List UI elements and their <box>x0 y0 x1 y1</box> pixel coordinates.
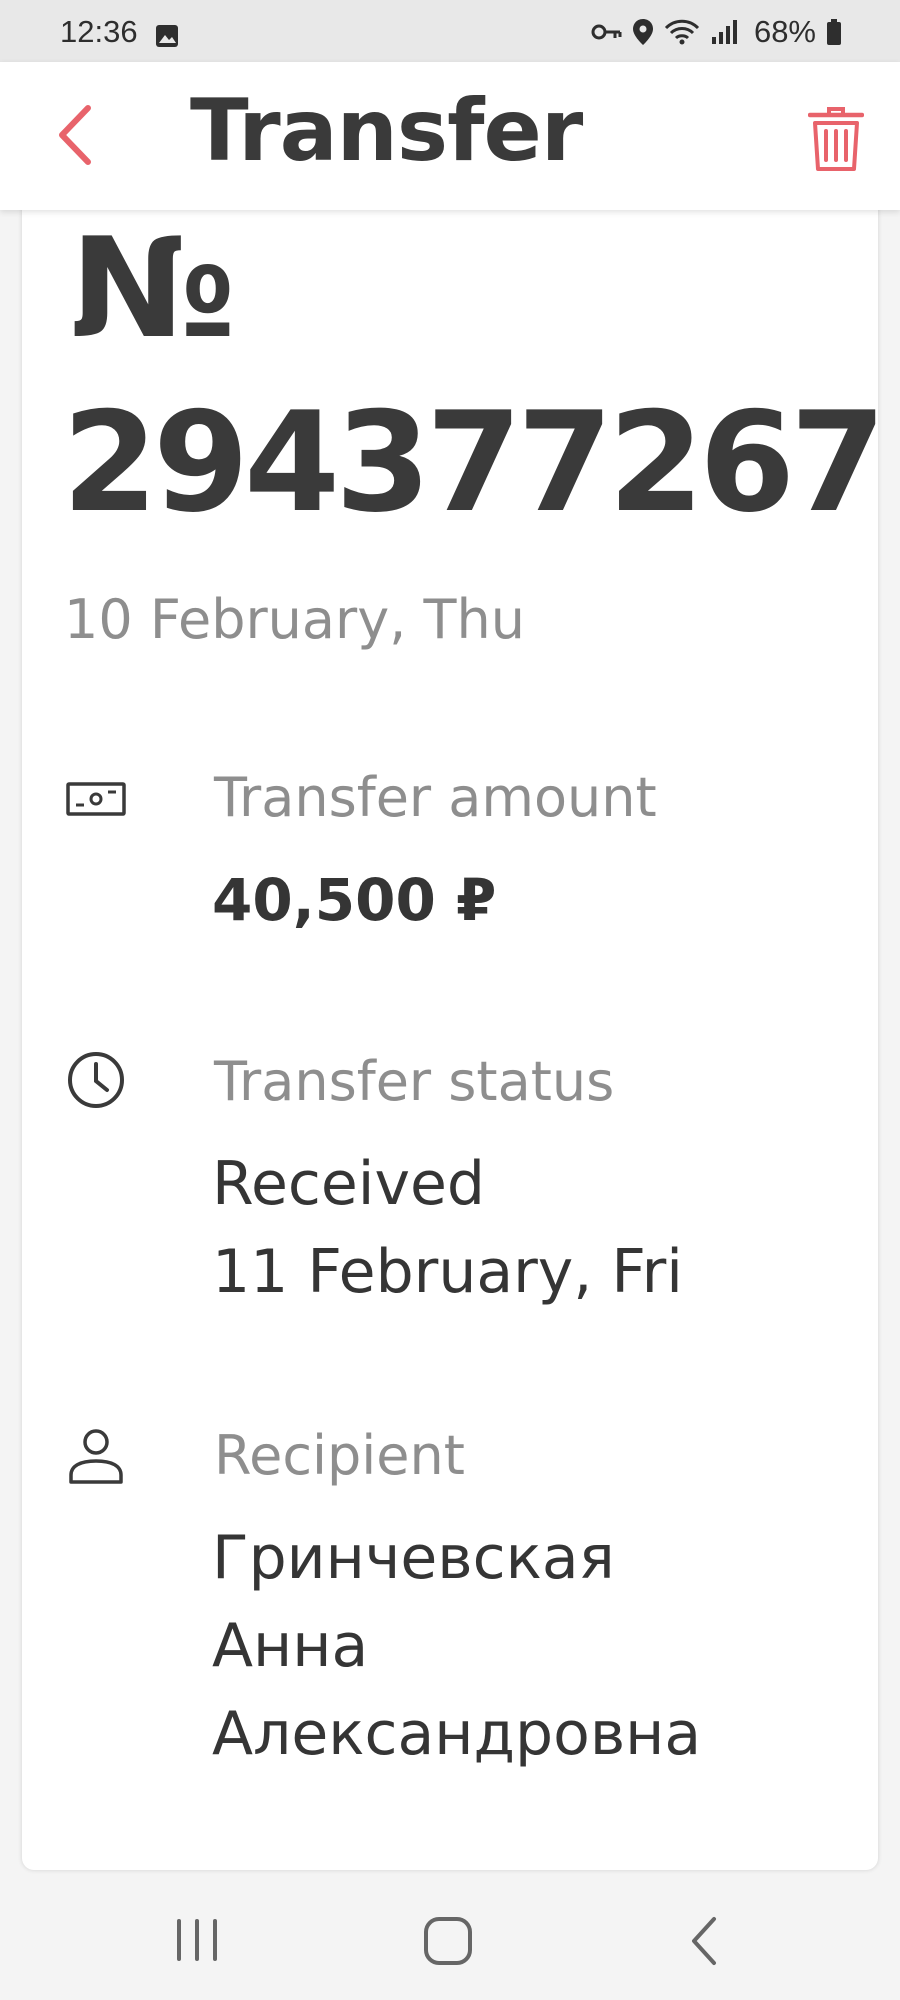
system-nav-bar <box>0 1875 900 2000</box>
transfer-number: 294377267 <box>62 382 886 543</box>
app-header: Transfer <box>0 62 900 210</box>
trash-icon[interactable] <box>808 106 864 172</box>
home-icon[interactable] <box>420 1913 476 1969</box>
transfer-amount-label: Transfer amount <box>214 766 657 829</box>
transfer-status-label: Transfer status <box>214 1050 615 1113</box>
transfer-date: 10 February, Thu <box>64 588 525 651</box>
recipient-name: Гринчевская Анна Александровна <box>212 1514 701 1778</box>
status-bar: 12:36 68% <box>0 0 900 62</box>
status-icons: 68% <box>590 14 842 50</box>
gallery-icon <box>156 25 178 47</box>
banknote-icon <box>66 782 126 816</box>
location-icon <box>632 19 653 45</box>
recent-apps-icon[interactable] <box>170 1913 224 1967</box>
recipient-first-name: Анна <box>212 1611 369 1681</box>
chevron-left-icon[interactable] <box>50 100 100 170</box>
key-icon <box>591 24 622 40</box>
recipient-surname: Гринчевская <box>212 1523 615 1593</box>
status-time: 12:36 <box>60 14 138 49</box>
recipient-label: Recipient <box>214 1424 465 1487</box>
signal-icon <box>711 20 737 44</box>
back-icon[interactable] <box>680 1913 730 1969</box>
transfer-card: № 294377267 10 February, Thu Transfer am… <box>22 200 886 1870</box>
wifi-icon <box>664 19 700 45</box>
clock-icon <box>68 1052 124 1108</box>
battery-percentage: 68% <box>753 14 816 49</box>
transfer-status-value: Received 11 February, Fri <box>212 1140 683 1316</box>
battery-icon <box>827 19 841 45</box>
page-title: Transfer <box>190 81 583 181</box>
transfer-status-text: Received <box>212 1149 485 1219</box>
transfer-amount-value: 40,500 ₽ <box>212 866 497 934</box>
recipient-patronymic: Александровна <box>212 1699 702 1769</box>
person-icon <box>69 1429 123 1484</box>
transfer-number-prefix: № <box>70 208 236 369</box>
transfer-status-date: 11 February, Fri <box>212 1237 683 1307</box>
